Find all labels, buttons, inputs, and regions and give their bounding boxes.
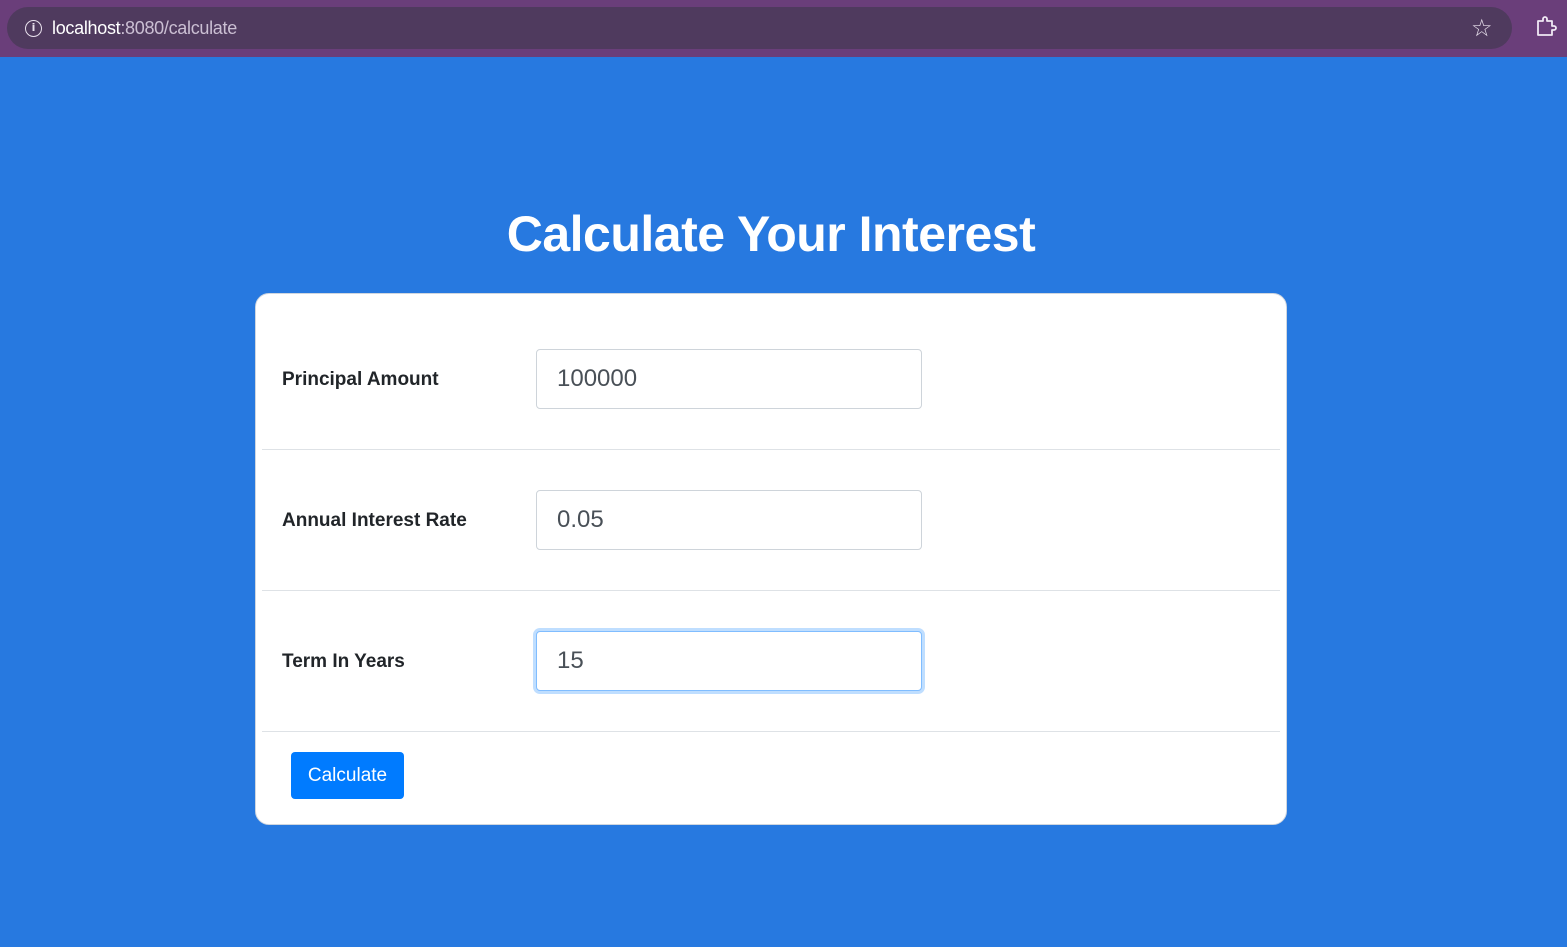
interest-rate-row: Annual Interest Rate: [262, 450, 1280, 591]
principal-label: Principal Amount: [282, 369, 439, 390]
term-row: Term In Years: [262, 591, 1280, 732]
interest-form-card: Principal Amount Annual Interest Rate Te…: [255, 293, 1287, 825]
interest-rate-input[interactable]: [536, 490, 922, 550]
extensions-puzzle-icon[interactable]: [1535, 15, 1557, 37]
page-title: Calculate Your Interest: [506, 206, 1036, 262]
principal-input[interactable]: [536, 349, 922, 409]
term-input[interactable]: [536, 631, 922, 691]
browser-chrome: i localhost:8080/calculate ☆: [0, 0, 1567, 57]
address-bar[interactable]: i localhost:8080/calculate ☆: [7, 7, 1512, 49]
url-path: :8080/calculate: [120, 18, 237, 38]
principal-row: Principal Amount: [262, 309, 1280, 450]
bookmark-star-icon[interactable]: ☆: [1471, 14, 1493, 42]
url-text[interactable]: localhost:8080/calculate: [52, 18, 237, 39]
calculate-button[interactable]: Calculate: [291, 752, 404, 799]
term-label: Term In Years: [282, 651, 405, 672]
url-host: localhost: [52, 18, 121, 38]
info-icon[interactable]: i: [25, 20, 42, 37]
interest-rate-label: Annual Interest Rate: [282, 510, 467, 531]
